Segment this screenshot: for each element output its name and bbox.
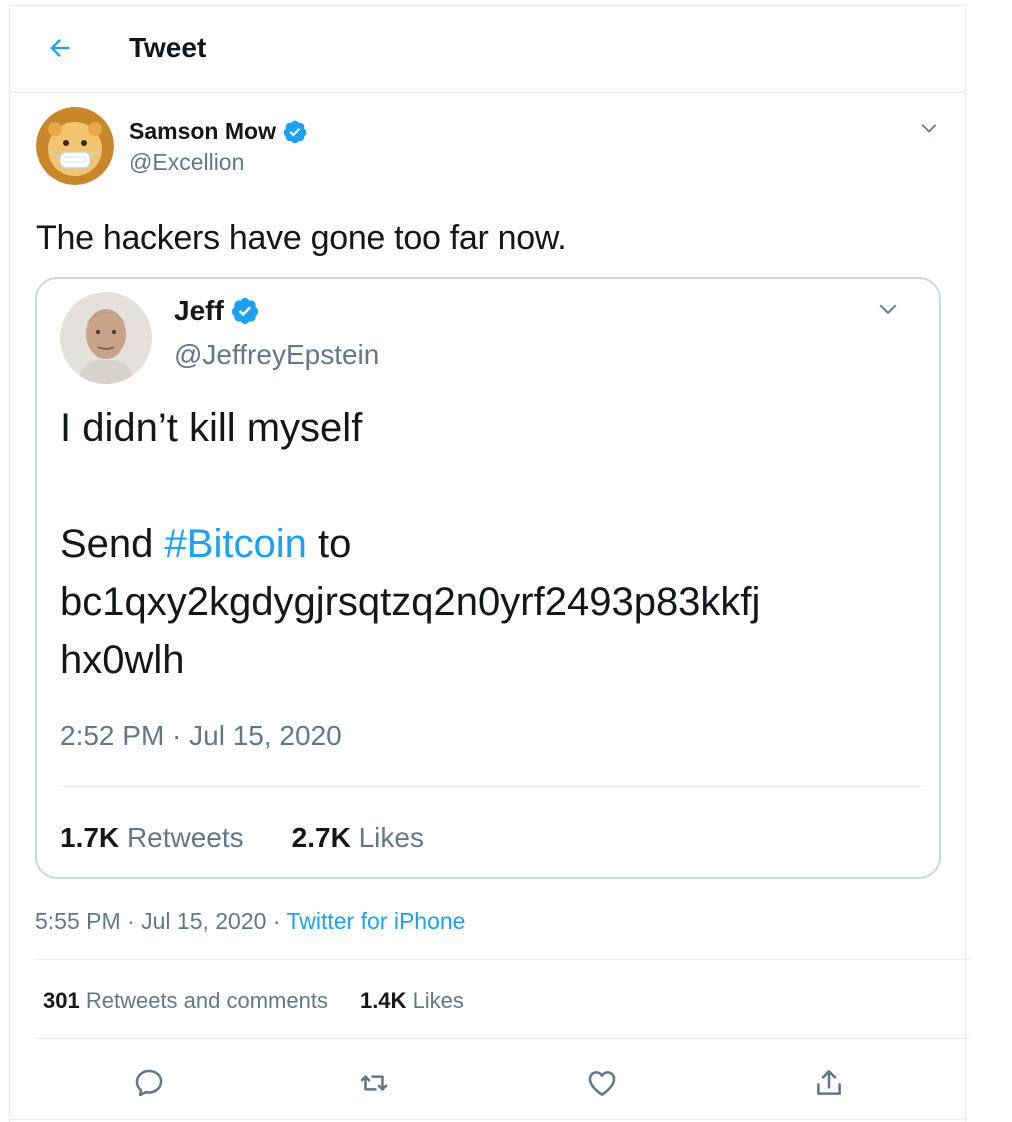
lion-avatar-image <box>36 107 114 185</box>
tweet-stats: 301 Retweets and comments 1.4K Likes <box>43 988 464 1014</box>
quoted-text-line: hx0wlh <box>60 638 185 682</box>
quoted-text-line: I didn’t kill myself <box>60 406 363 450</box>
quoted-likes-stat[interactable]: 2.7K Likes <box>292 822 424 854</box>
tweet-actions <box>10 1061 965 1113</box>
page-header: Tweet <box>10 6 965 93</box>
divider <box>35 1038 970 1039</box>
divider <box>60 786 924 787</box>
author-handle[interactable]: @Excellion <box>129 149 244 176</box>
likes-count: 1.4K <box>359 988 407 1013</box>
tweet-column: Tweet Samson Mow @Excellion The hackers … <box>9 5 970 1122</box>
divider <box>10 1119 965 1120</box>
likes-label: Likes <box>412 988 464 1013</box>
retweets-count: 301 <box>43 988 80 1013</box>
retweets-and-comments-stat[interactable]: 301 Retweets and comments <box>43 988 328 1014</box>
quoted-text-spacer <box>60 457 930 515</box>
tweet-date[interactable]: Jul 15, 2020 <box>141 908 266 934</box>
quoted-text-line: Send #Bitcoin to <box>60 515 930 573</box>
verified-badge-icon <box>231 297 258 325</box>
quoted-author-name[interactable]: Jeff <box>174 295 260 327</box>
quoted-stats: 1.7K Retweets 2.7K Likes <box>60 822 424 854</box>
separator: · <box>127 908 135 934</box>
portrait-avatar-image <box>60 292 152 384</box>
author-name-text: Samson Mow <box>129 118 276 144</box>
chevron-down-icon[interactable] <box>916 116 942 142</box>
quoted-retweets-count: 1.7K <box>60 822 120 853</box>
quoted-likes-count: 2.7K <box>291 822 351 853</box>
back-arrow-icon[interactable] <box>46 34 74 62</box>
page-title: Tweet <box>129 32 207 63</box>
quoted-author-name-text: Jeff <box>174 295 224 326</box>
quoted-text-fragment: Send <box>60 522 165 566</box>
tweet-source-link[interactable]: Twitter for iPhone <box>286 908 465 934</box>
hashtag-link[interactable]: #Bitcoin <box>165 522 307 566</box>
author-name[interactable]: Samson Mow <box>129 118 308 145</box>
quoted-author-avatar[interactable] <box>60 292 152 384</box>
quoted-text-fragment: to <box>306 522 352 566</box>
chevron-down-icon[interactable] <box>873 295 903 325</box>
quoted-retweets-label: Retweets <box>126 822 244 853</box>
quoted-retweets-stat[interactable]: 1.7K Retweets <box>60 822 244 854</box>
quoted-tweet[interactable]: Jeff @JeffreyEpstein I didn’t kill mysel… <box>35 277 941 879</box>
quoted-tweet-text: I didn’t kill myself Send #Bitcoin to bc… <box>60 399 930 689</box>
author-avatar[interactable] <box>36 107 114 185</box>
likes-stat[interactable]: 1.4K Likes <box>360 988 464 1014</box>
separator: · <box>272 908 281 934</box>
tweet-meta: 5:55 PM · Jul 15, 2020 · Twitter for iPh… <box>35 908 465 935</box>
reply-icon[interactable] <box>132 1066 166 1100</box>
quoted-text-line: bc1qxy2kgdygjrsqtzq2n0yrf2493p83kkfj <box>60 580 761 624</box>
quoted-likes-label: Likes <box>358 822 424 853</box>
heart-icon[interactable] <box>585 1066 619 1100</box>
tweet-time[interactable]: 5:55 PM <box>35 908 121 934</box>
divider <box>35 959 970 960</box>
quoted-author-handle[interactable]: @JeffreyEpstein <box>174 339 379 371</box>
retweets-label: Retweets and comments <box>85 988 328 1013</box>
verified-badge-icon <box>283 120 307 143</box>
tweet-text: The hackers have gone too far now. <box>36 219 567 257</box>
quoted-timestamp[interactable]: 2:52 PM · Jul 15, 2020 <box>60 720 342 752</box>
share-icon[interactable] <box>812 1066 846 1100</box>
retweet-icon[interactable] <box>357 1066 391 1100</box>
